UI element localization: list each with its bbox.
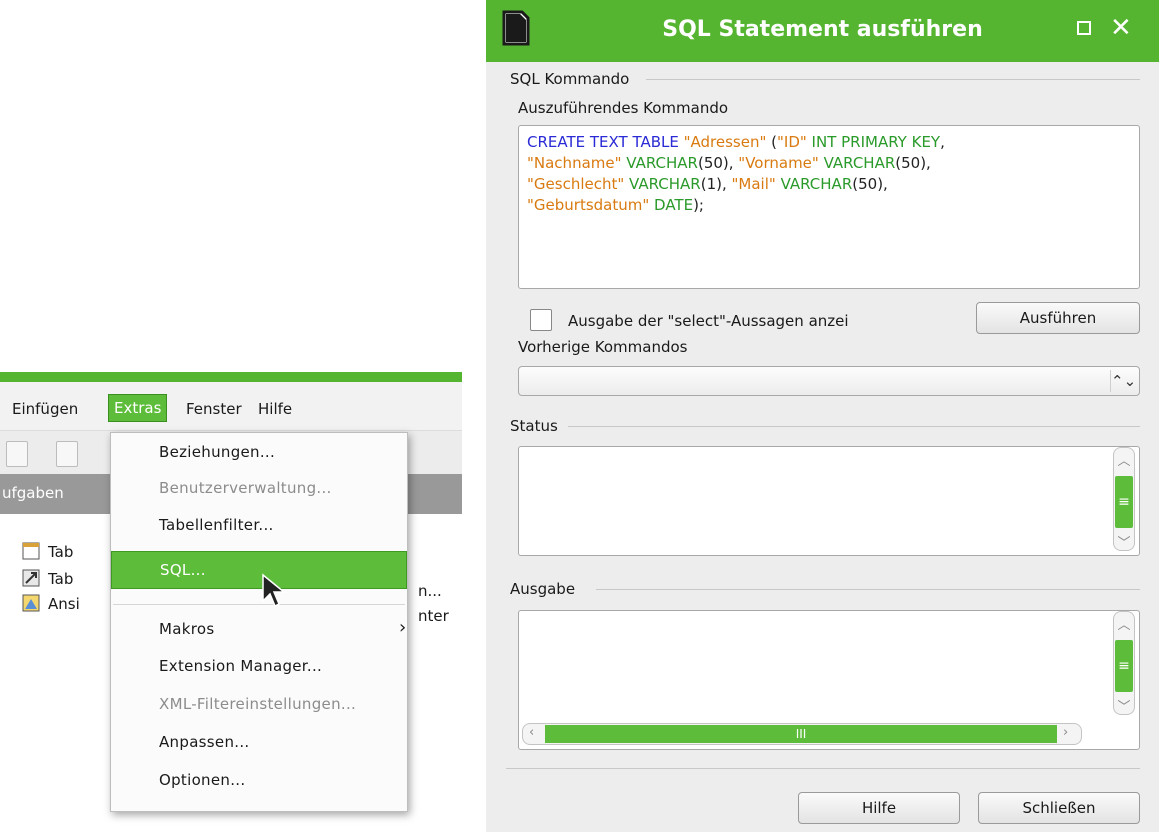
task-right-text-2: nter [418, 607, 449, 625]
sql-token: DATE [649, 196, 694, 214]
task-item-table-design[interactable]: Tab [22, 542, 73, 561]
menu-extras[interactable]: Extras [108, 394, 168, 422]
paste-icon[interactable] [56, 441, 78, 467]
sql-token: "Geschlecht" [527, 175, 625, 193]
group-line [646, 79, 1140, 80]
previous-commands-combobox[interactable]: ⌃⌄ [518, 366, 1140, 396]
sql-token: (50), [895, 154, 931, 172]
group-line [568, 426, 1140, 427]
menu-einfuegen[interactable]: Einfügen [12, 400, 78, 418]
sql-dialog: SQL Statement ausführen ✕ SQL Kommando A… [486, 0, 1159, 832]
sql-token: VARCHAR [624, 175, 701, 193]
scrollbar-thumb[interactable]: III [545, 725, 1057, 743]
sql-token: INT PRIMARY KEY [806, 133, 941, 151]
show-select-checkbox[interactable] [530, 309, 552, 331]
output-vertical-scrollbar[interactable]: ︿ ≡ ﹀ [1113, 611, 1135, 715]
command-label: Auszuführendes Kommando [518, 99, 729, 117]
sql-token: "Geburtsdatum" [527, 196, 650, 214]
menu-item-makros[interactable]: Makros [159, 620, 214, 638]
sql-token: VARCHAR [775, 175, 853, 193]
menu-item-sql[interactable]: SQL... [111, 551, 407, 589]
scrollbar-thumb[interactable]: ≡ [1115, 476, 1133, 528]
menu-item-sql-label: SQL... [160, 561, 206, 579]
tasks-panel-title: ufgaben [2, 484, 64, 502]
sql-token: ( [766, 133, 777, 151]
output-horizontal-scrollbar[interactable]: ‹ III › [522, 723, 1082, 745]
sql-token: , [940, 133, 945, 151]
menu-item-tabellenfilter[interactable]: Tabellenfilter... [159, 516, 274, 534]
table-design-icon [22, 542, 40, 560]
task-item-table-wizard[interactable]: Tab [22, 569, 73, 588]
task-right-text-1: n... [418, 582, 442, 600]
dialog-titlebar: SQL Statement ausführen ✕ [486, 0, 1159, 62]
menu-separator [113, 604, 405, 605]
maximize-icon[interactable] [1076, 20, 1092, 36]
dialog-title: SQL Statement ausführen [662, 17, 983, 42]
sql-token: (1), [700, 175, 732, 193]
submenu-arrow-icon: › [399, 617, 407, 638]
sql-token: "Nachname" [527, 154, 622, 172]
sql-token: ); [693, 196, 704, 214]
menu-item-beziehungen[interactable]: Beziehungen... [159, 443, 275, 461]
view-icon [22, 594, 40, 612]
task-item-view[interactable]: Ansi [22, 594, 80, 613]
menu-hilfe[interactable]: Hilfe [258, 400, 292, 418]
command-textarea[interactable]: CREATE TEXT TABLE "Adressen" ("ID" INT P… [518, 125, 1140, 289]
sql-token: VARCHAR [818, 154, 896, 172]
close-button[interactable]: Schließen [978, 792, 1140, 824]
sql-token: (50), [697, 154, 739, 172]
group-title-sql-kommando: SQL Kommando [510, 70, 630, 88]
menu-item-extension-manager[interactable]: Extension Manager... [159, 657, 322, 675]
close-icon[interactable]: ✕ [1110, 15, 1132, 41]
scroll-up-icon[interactable]: ︿ [1114, 450, 1134, 469]
table-wizard-icon [22, 569, 40, 587]
group-title-status: Status [510, 417, 558, 435]
sql-token: "Mail" [731, 175, 776, 193]
menu-fenster[interactable]: Fenster [186, 400, 242, 418]
sql-token: (50), [852, 175, 888, 193]
bottom-separator [506, 768, 1140, 769]
group-line [596, 589, 1140, 590]
menu-item-anpassen[interactable]: Anpassen... [159, 733, 249, 751]
previous-commands-label: Vorherige Kommandos [518, 338, 688, 356]
mouse-pointer-icon [262, 573, 287, 608]
window-accent-bar [0, 372, 462, 382]
sql-token: CREATE TEXT TABLE [527, 133, 684, 151]
scroll-down-icon[interactable]: ﹀ [1114, 696, 1134, 715]
copy-icon[interactable] [6, 441, 28, 467]
status-vertical-scrollbar[interactable]: ︿ ≡ ﹀ [1113, 447, 1135, 551]
execute-button[interactable]: Ausführen [976, 302, 1140, 334]
menu-item-benutzerverwaltung: Benutzerverwaltung... [159, 479, 332, 497]
sql-token: VARCHAR [621, 154, 698, 172]
status-textarea[interactable]: ︿ ≡ ﹀ [518, 446, 1140, 556]
scroll-left-icon[interactable]: ‹ [529, 725, 534, 740]
menu-bar: Einfügen Extras Fenster Hilfe [0, 382, 462, 430]
menu-item-optionen[interactable]: Optionen... [159, 771, 245, 789]
scroll-right-icon[interactable]: › [1063, 725, 1068, 740]
group-title-ausgabe: Ausgabe [510, 580, 576, 598]
sql-token: "Vorname" [738, 154, 819, 172]
menu-item-xml-filtereinstellungen: XML-Filtereinstellungen... [159, 695, 357, 713]
extras-dropdown-menu: Beziehungen... Benutzerverwaltung... Tab… [110, 432, 408, 812]
sql-token: "ID" [777, 133, 807, 151]
show-select-label: Ausgabe der "select"-Aussagen anzei [568, 312, 849, 330]
scroll-down-icon[interactable]: ﹀ [1114, 532, 1134, 551]
scroll-up-icon[interactable]: ︿ [1114, 614, 1134, 633]
command-code: CREATE TEXT TABLE "Adressen" ("ID" INT P… [527, 132, 945, 216]
sql-token: "Adressen" [683, 133, 767, 151]
scrollbar-thumb[interactable]: ≡ [1115, 640, 1133, 692]
help-button[interactable]: Hilfe [798, 792, 960, 824]
spin-updown-icon[interactable]: ⌃⌄ [1110, 370, 1136, 392]
